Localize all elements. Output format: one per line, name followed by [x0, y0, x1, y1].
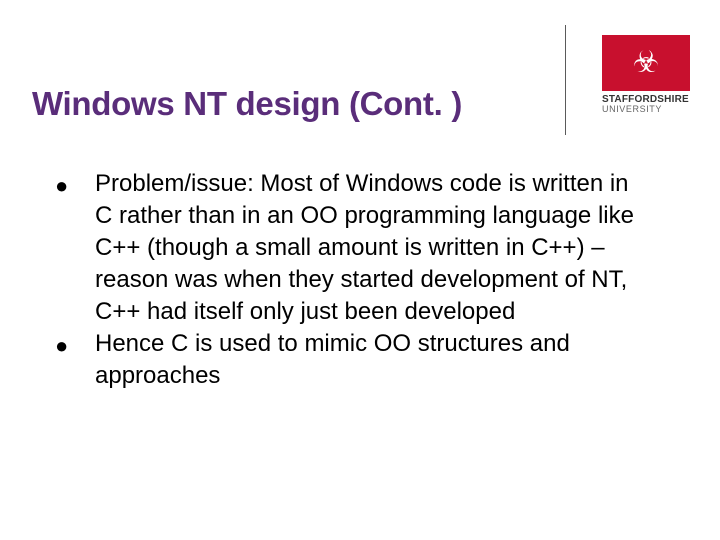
title-divider [565, 25, 566, 135]
logo-shield: ☣ [602, 35, 690, 91]
bullet-text: Problem/issue: Most of Windows code is w… [95, 168, 650, 328]
list-item: ● Problem/issue: Most of Windows code is… [55, 168, 650, 328]
bullet-icon: ● [55, 328, 95, 362]
logo-text: STAFFORDSHIRE UNIVERSITY [602, 95, 690, 114]
bullet-icon: ● [55, 168, 95, 202]
list-item: ● Hence C is used to mimic OO structures… [55, 328, 650, 392]
slide-title: Windows NT design (Cont. ) [32, 85, 462, 123]
bullet-text: Hence C is used to mimic OO structures a… [95, 328, 650, 392]
slide-body: ● Problem/issue: Most of Windows code is… [55, 168, 650, 392]
university-logo: ☣ STAFFORDSHIRE UNIVERSITY [602, 35, 690, 114]
biohazard-icon: ☣ [633, 48, 660, 78]
logo-text-line2: UNIVERSITY [602, 105, 690, 114]
